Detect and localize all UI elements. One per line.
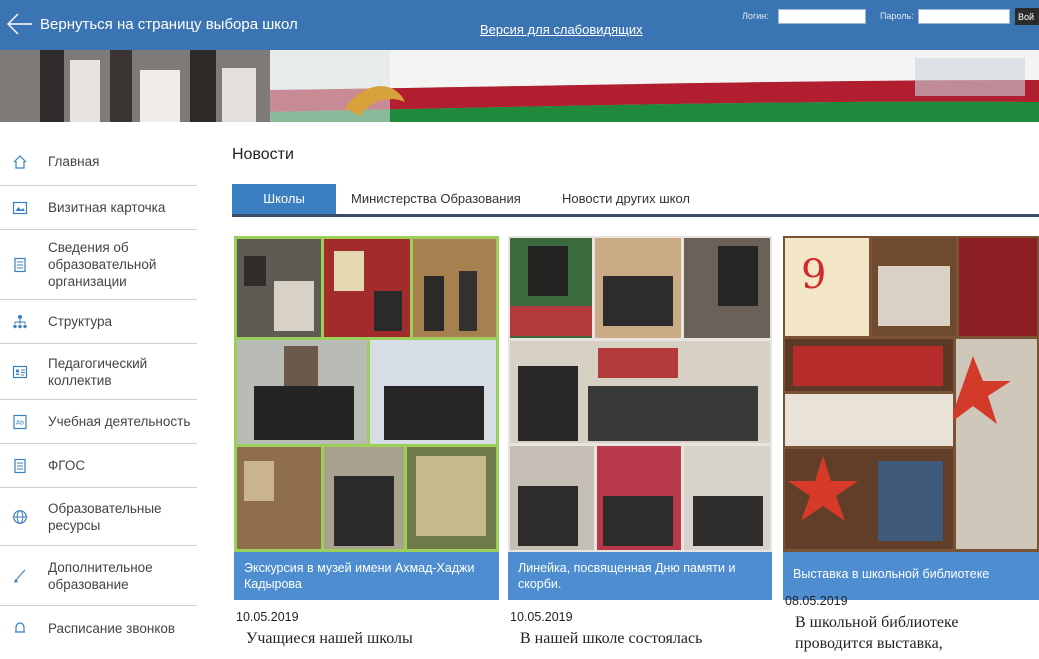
- sidebar-item-label: Визитная карточка: [48, 200, 166, 215]
- low-vision-version-link[interactable]: Версия для слабовидящих: [480, 22, 643, 37]
- news-tabs: Школы Министерства Образования Новости д…: [232, 184, 1039, 217]
- sidebar-item-teaching-staff[interactable]: Педагогический коллектив: [0, 344, 197, 400]
- sidebar-item-label: Учебная деятельность: [48, 414, 191, 429]
- news-excerpt: Учащиеся нашей школы: [246, 630, 413, 647]
- sidebar-item-label: Структура: [48, 314, 113, 329]
- sidebar-item-label: ФГОС: [48, 458, 86, 473]
- sidebar-item-bell-schedule[interactable]: Расписание звонков: [0, 606, 197, 650]
- login-label: Логин:: [742, 11, 769, 21]
- sidebar-nav: Главная Визитная карточка Сведения об об…: [0, 138, 197, 650]
- sidebar-item-structure[interactable]: Структура: [0, 300, 197, 344]
- sidebar-item-educational-activity[interactable]: Ab Учебная деятельность: [0, 400, 197, 444]
- sidebar-item-label: Образовательные ресурсы: [48, 500, 162, 533]
- pen-icon: [10, 566, 30, 586]
- staff-icon: [10, 362, 30, 382]
- banner-image: [0, 50, 1039, 122]
- sidebar-item-fgos[interactable]: ФГОС: [0, 444, 197, 488]
- tab-other-schools[interactable]: Новости других школ: [562, 184, 690, 214]
- study-icon: Ab: [10, 412, 30, 432]
- news-date: 08.05.2019: [785, 594, 848, 608]
- sidebar-item-organization-info[interactable]: Сведения об образовательной организации: [0, 230, 197, 300]
- svg-text:Ab: Ab: [16, 419, 24, 426]
- document-icon: [10, 456, 30, 476]
- news-date: 10.05.2019: [236, 610, 299, 624]
- page-title: Новости: [232, 146, 294, 163]
- news-photo[interactable]: [508, 236, 772, 552]
- password-input[interactable]: [918, 9, 1010, 24]
- tab-schools[interactable]: Школы: [232, 184, 336, 214]
- sidebar-item-label: Главная: [48, 154, 100, 169]
- sidebar-item-label: Педагогический коллектив: [48, 355, 148, 388]
- arrow-left-icon: [7, 13, 32, 35]
- login-input[interactable]: [778, 9, 866, 24]
- news-photo[interactable]: [234, 236, 499, 552]
- news-excerpt: В нашей школе состоялась: [520, 630, 703, 647]
- news-card[interactable]: 9 Выставка в школьной библиотеке 08.05.2…: [783, 236, 1039, 659]
- sidebar-item-additional-education[interactable]: Дополнительное образование: [0, 546, 197, 606]
- sidebar-item-business-card[interactable]: Визитная карточка: [0, 186, 197, 230]
- news-caption[interactable]: Экскурсия в музей имени Ахмад-Хаджи Кады…: [234, 552, 499, 600]
- news-excerpt: В школьной библиотеке проводится выставк…: [795, 614, 959, 652]
- news-photo[interactable]: 9: [783, 236, 1039, 552]
- tab-ministry[interactable]: Министерства Образования: [351, 184, 521, 214]
- sidebar-item-label: Сведения об образовательной организации: [48, 240, 157, 289]
- news-date: 10.05.2019: [510, 610, 573, 624]
- card-icon: [10, 198, 30, 218]
- bell-icon: [10, 618, 30, 638]
- password-label: Пароль:: [880, 11, 914, 21]
- news-card[interactable]: Экскурсия в музей имени Ахмад-Хаджи Кады…: [234, 236, 499, 659]
- sidebar-item-home[interactable]: Главная: [0, 138, 197, 186]
- sidebar-item-label: Дополнительное образование: [48, 559, 153, 592]
- news-card[interactable]: Линейка, посвященная Дню памяти и скорби…: [508, 236, 772, 659]
- svg-text:9: 9: [801, 252, 826, 298]
- header-banner: [0, 50, 1039, 122]
- sidebar-item-educational-resources[interactable]: Образовательные ресурсы: [0, 488, 197, 546]
- structure-icon: [10, 312, 30, 332]
- back-link-label: Вернуться на страницу выбора школ: [40, 15, 298, 33]
- sidebar-item-label: Расписание звонков: [48, 620, 176, 636]
- top-bar: Вернуться на страницу выбора школ Версия…: [0, 0, 1039, 50]
- globe-icon: [10, 507, 30, 527]
- news-caption[interactable]: Линейка, посвященная Дню памяти и скорби…: [508, 552, 772, 600]
- news-caption[interactable]: Выставка в школьной библиотеке: [783, 552, 1039, 600]
- document-icon: [10, 255, 30, 275]
- back-to-school-selection-link[interactable]: Вернуться на страницу выбора школ: [6, 8, 298, 40]
- login-button[interactable]: Вой: [1015, 8, 1039, 25]
- home-icon: [10, 152, 30, 172]
